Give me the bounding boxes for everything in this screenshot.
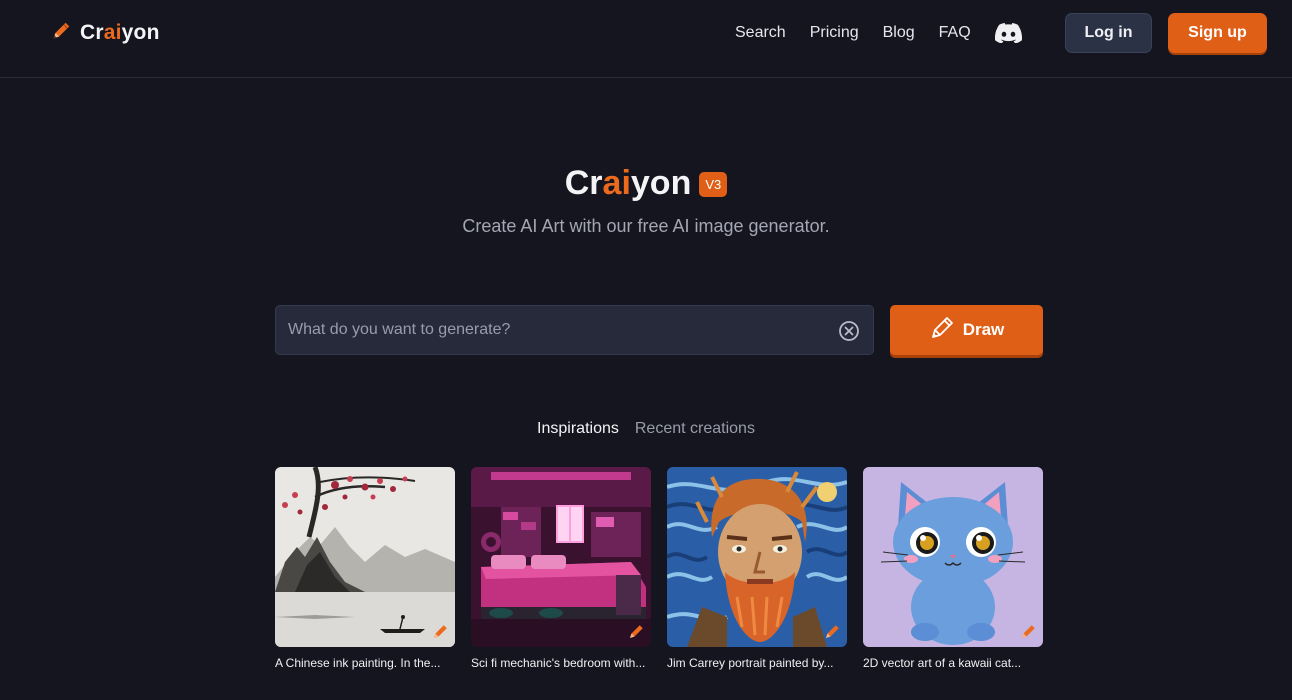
logo-text: Craiyon	[80, 21, 160, 44]
pencil-icon[interactable]	[1019, 623, 1037, 641]
pencil-icon[interactable]	[627, 623, 645, 641]
gallery-card[interactable]: Sci fi mechanic's bedroom with...	[471, 467, 651, 670]
gallery-caption: Sci fi mechanic's bedroom with...	[471, 656, 646, 670]
nav-pricing[interactable]: Pricing	[810, 24, 859, 42]
version-badge: V3	[699, 171, 728, 197]
gallery-image	[275, 467, 455, 647]
draw-button-label: Draw	[962, 320, 1005, 339]
prompt-box	[275, 305, 874, 355]
pencil-icon[interactable]	[431, 623, 449, 641]
gallery-tabs: Inspirations Recent creations	[0, 420, 1292, 442]
nav-faq[interactable]: FAQ	[939, 24, 971, 42]
gallery-image	[667, 467, 847, 647]
main-nav: Search Pricing Blog FAQ	[735, 20, 1022, 46]
gallery-card[interactable]: 2D vector art of a kawaii cat...	[863, 467, 1043, 670]
top-navbar: Craiyon Search Pricing Blog FAQ Log in S…	[0, 0, 1292, 78]
gallery-card[interactable]: Jim Carrey portrait painted by...	[667, 467, 847, 670]
hero-title: Craiyon V3	[0, 160, 1292, 206]
pencil-icon[interactable]	[823, 623, 841, 641]
gallery-image	[863, 467, 1043, 647]
pencil-icon	[50, 20, 72, 47]
login-button[interactable]: Log in	[1065, 13, 1152, 53]
discord-icon[interactable]	[994, 23, 1022, 43]
nav-blog[interactable]: Blog	[883, 24, 915, 42]
hero-brand-name: Craiyon	[564, 163, 692, 202]
hero-subtitle: Create AI Art with our free AI image gen…	[462, 216, 830, 236]
pencil-icon	[929, 315, 955, 346]
gallery-image	[471, 467, 651, 647]
signup-button[interactable]: Sign up	[1168, 13, 1267, 53]
gallery-card[interactable]: A Chinese ink painting. In the...	[275, 467, 455, 670]
gallery-caption: A Chinese ink painting. In the...	[275, 656, 441, 670]
nav-search[interactable]: Search	[735, 24, 786, 42]
prompt-input[interactable]	[276, 306, 821, 354]
draw-button[interactable]: Draw	[890, 305, 1043, 355]
clear-icon[interactable]	[838, 320, 860, 342]
tab-inspirations[interactable]: Inspirations	[537, 420, 619, 442]
tab-recent-creations[interactable]: Recent creations	[635, 420, 755, 442]
craiyon-logo[interactable]: Craiyon	[50, 18, 160, 48]
gallery-caption: 2D vector art of a kawaii cat...	[863, 656, 1022, 670]
gallery-caption: Jim Carrey portrait painted by...	[667, 656, 834, 670]
